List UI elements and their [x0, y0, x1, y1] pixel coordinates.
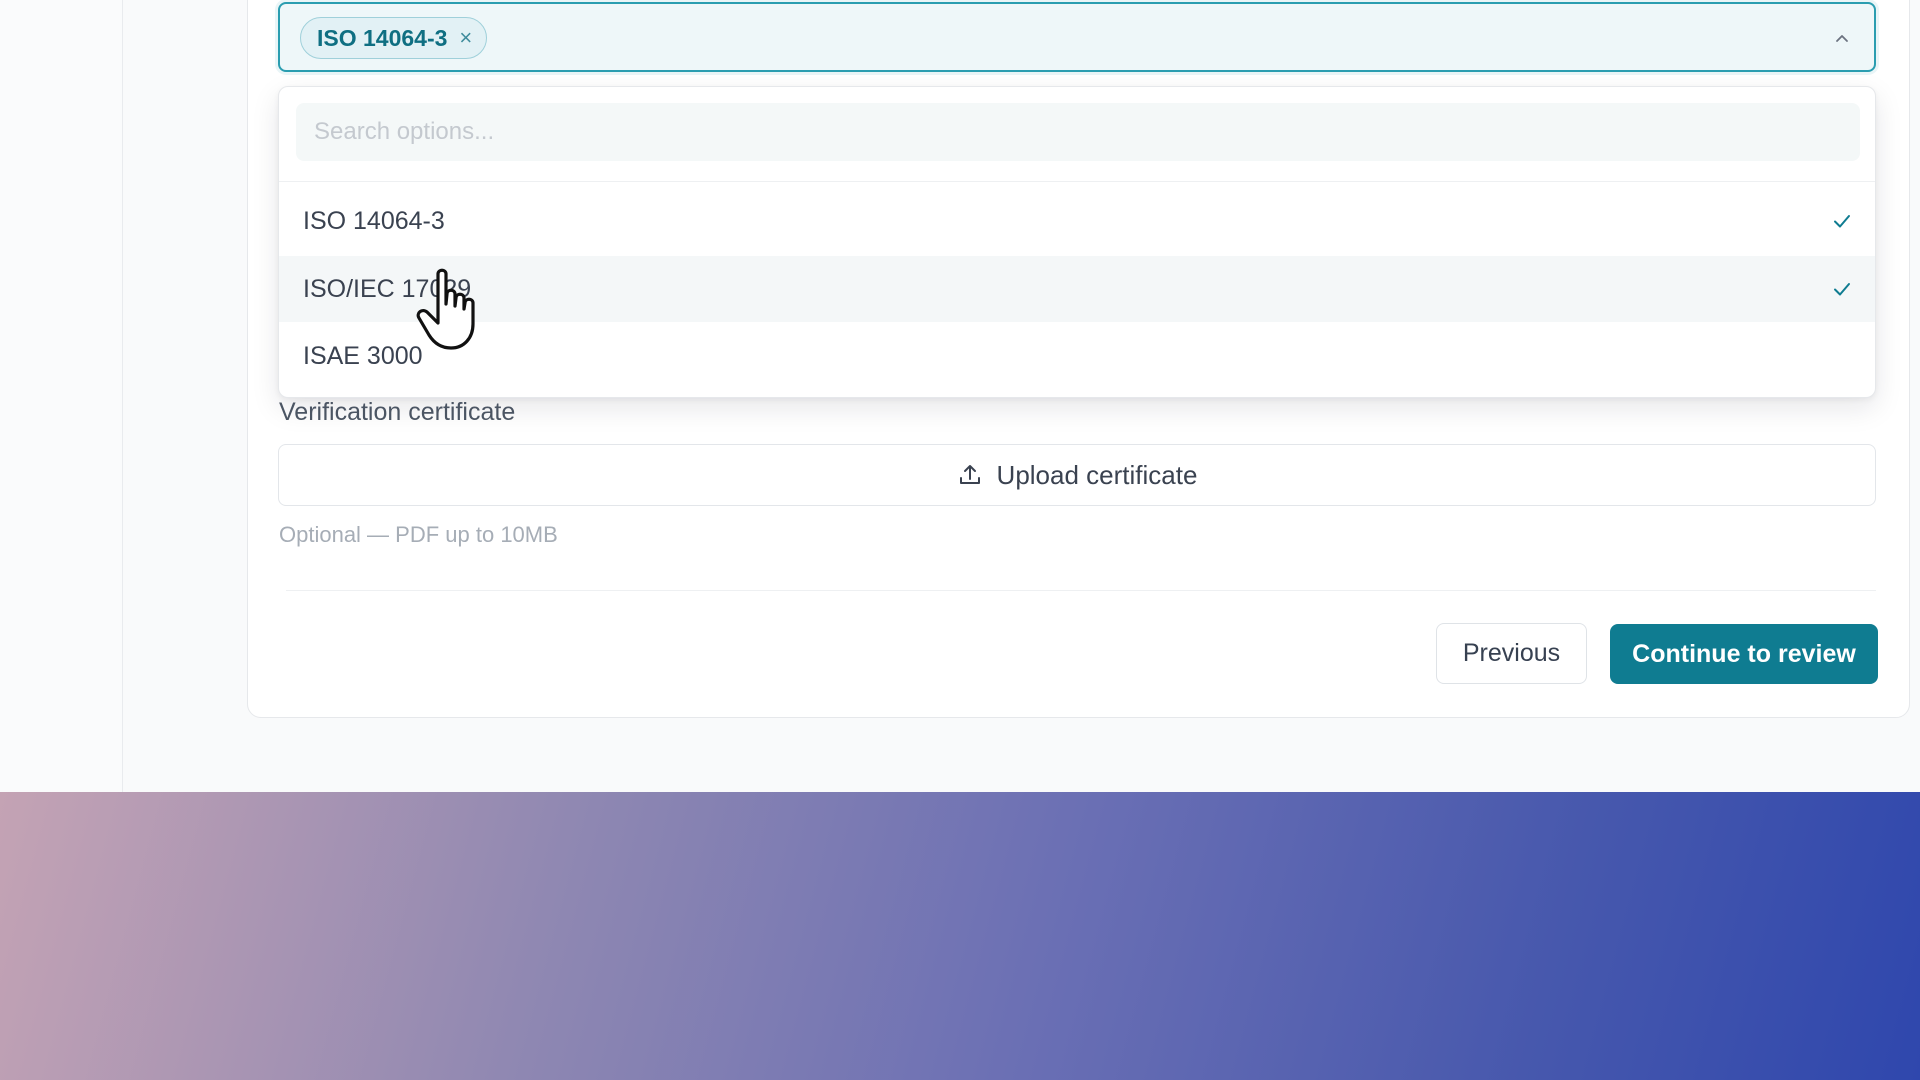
close-icon[interactable]: × — [459, 27, 472, 49]
search-wrap — [279, 87, 1875, 182]
upload-label: Upload certificate — [996, 459, 1198, 490]
upload-certificate-button[interactable]: Upload certificate — [278, 444, 1876, 506]
upload-hint: Optional — PDF up to 10MB — [279, 522, 558, 547]
option-label: ISO 14064-3 — [303, 206, 445, 235]
check-icon — [1834, 215, 1850, 228]
option-iso-14064-3[interactable]: ISO 14064-3 — [279, 188, 1875, 254]
option-isae-3000[interactable]: ISAE 3000 — [279, 323, 1875, 389]
sidebar — [0, 0, 123, 792]
option-label: ISAE 3000 — [303, 341, 423, 370]
selected-chip: ISO 14064-3 × — [300, 17, 488, 59]
screen: ISO 14064-3 × ISO 14064-3 ISO/IEC 17029 — [0, 0, 1920, 1080]
upload-icon — [959, 465, 980, 484]
search-input[interactable] — [296, 103, 1860, 161]
option-iso-iec-17029[interactable]: ISO/IEC 17029 — [279, 256, 1875, 322]
chevron-up-icon[interactable] — [1832, 28, 1852, 48]
option-label: ISO/IEC 17029 — [303, 274, 472, 303]
check-icon — [1834, 283, 1850, 296]
app-area: ISO 14064-3 × ISO 14064-3 ISO/IEC 17029 — [0, 0, 1920, 792]
continue-to-review-button[interactable]: Continue to review — [1610, 624, 1878, 684]
divider — [286, 590, 1876, 591]
previous-button[interactable]: Previous — [1436, 623, 1587, 684]
options-dropdown: ISO 14064-3 ISO/IEC 17029 ISAE 3000 — [278, 86, 1876, 398]
standards-multiselect[interactable]: ISO 14064-3 × — [278, 2, 1876, 72]
certificate-label: Verification certificate — [279, 398, 516, 426]
chip-label: ISO 14064-3 — [317, 24, 448, 51]
gradient-backdrop — [0, 792, 1920, 1080]
